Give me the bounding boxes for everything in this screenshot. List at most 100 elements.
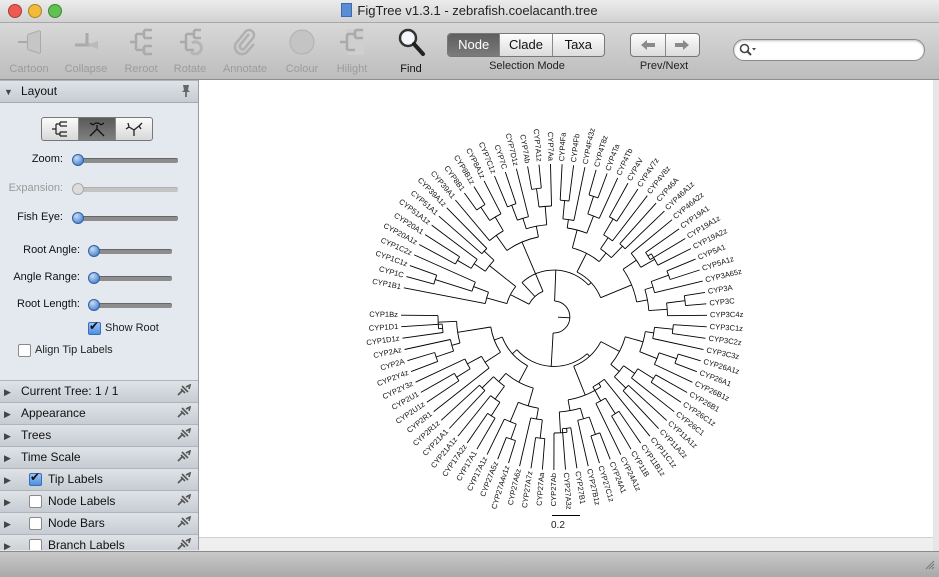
tree-branch[interactable] (672, 334, 705, 339)
pin-icon[interactable] (176, 472, 192, 486)
tree-branch[interactable] (510, 402, 518, 421)
tree-branch[interactable] (414, 255, 475, 282)
tree-branch[interactable] (571, 428, 577, 469)
tree-branch[interactable] (529, 291, 543, 304)
tree-branch[interactable] (490, 214, 501, 221)
layout-section-header[interactable]: ▼ Layout (0, 80, 198, 103)
tree-branch[interactable] (425, 235, 460, 257)
tip-label[interactable]: CYP27Aa (535, 471, 547, 506)
tree-branch[interactable] (648, 254, 651, 256)
pin-icon[interactable] (176, 428, 192, 442)
show-root-checkbox[interactable]: ✔ (88, 322, 101, 335)
tree-branch[interactable] (523, 218, 526, 229)
tree-branch[interactable] (637, 300, 648, 302)
tree-branch[interactable] (587, 216, 594, 233)
tree-branch[interactable] (670, 270, 700, 280)
tip-label[interactable]: CYP3C2z (708, 334, 742, 348)
tree-branch[interactable] (427, 381, 459, 402)
search-input[interactable] (760, 42, 919, 58)
zoom-slider-track[interactable] (74, 158, 178, 163)
tree-branch[interactable] (554, 432, 567, 433)
tree-branch[interactable] (659, 353, 677, 359)
tree-branch[interactable] (495, 176, 508, 207)
tree-branch[interactable] (403, 333, 444, 339)
section-time-scale[interactable]: ▶Time Scale (0, 446, 198, 469)
tree-branch[interactable] (531, 438, 536, 469)
section-checkbox[interactable] (29, 495, 42, 508)
tree-branch[interactable] (604, 219, 614, 235)
pin-icon[interactable] (176, 494, 192, 508)
tree-branch[interactable] (485, 352, 500, 362)
tree-branch[interactable] (577, 253, 587, 272)
tree-branch[interactable] (673, 325, 706, 327)
tree-branch[interactable] (596, 403, 621, 454)
radial-layout-button[interactable] (116, 118, 152, 140)
tree-branch[interactable] (542, 439, 544, 470)
selection-node-button[interactable]: Node (448, 34, 500, 56)
expansion-slider-track[interactable] (74, 187, 178, 192)
tree-branch[interactable] (631, 253, 641, 267)
tree-branch[interactable] (654, 364, 692, 382)
tree-branch[interactable] (589, 417, 595, 434)
tree-branch[interactable] (611, 364, 620, 371)
tree-branch[interactable] (605, 398, 615, 414)
tree-branch[interactable] (551, 333, 553, 366)
tree-branch[interactable] (655, 327, 673, 329)
tree-branch[interactable] (599, 253, 606, 262)
rectangular-layout-button[interactable] (42, 118, 79, 140)
root-length-slider-track[interactable] (90, 303, 172, 308)
tree-branch[interactable] (496, 235, 507, 250)
cartoon-button[interactable]: Cartoon (0, 25, 58, 77)
tip-label[interactable]: CYP4Fa (557, 132, 568, 162)
tree-branch[interactable] (491, 402, 500, 416)
tree-branch[interactable] (404, 288, 486, 304)
align-tip-labels-checkbox[interactable] (18, 344, 31, 357)
tree-branch[interactable] (589, 170, 596, 195)
tree-branch[interactable] (625, 337, 643, 342)
tree-branch[interactable] (684, 292, 705, 295)
tree-branch[interactable] (471, 259, 477, 268)
tree-branch[interactable] (455, 257, 459, 264)
pin-icon[interactable] (176, 516, 192, 530)
horizontal-scrollbar[interactable] (199, 537, 933, 551)
tip-label[interactable]: CYP3C (709, 296, 736, 307)
tree-branch[interactable] (560, 164, 562, 200)
tip-label[interactable]: CYP27B1 (573, 470, 587, 504)
tree-canvas[interactable]: CYP1B1CYP1CCYP1C1zCYP1C2zCYP20A1zCYP20A1… (199, 80, 933, 537)
tree-branch[interactable] (612, 411, 619, 416)
tree-branch[interactable] (623, 260, 636, 269)
hilight-button[interactable]: Hilight (323, 25, 381, 77)
tree-branch[interactable] (600, 433, 610, 460)
section-appearance[interactable]: ▶Appearance (0, 402, 198, 425)
tree-branch[interactable] (604, 235, 613, 241)
tree-branch[interactable] (487, 298, 507, 304)
expansion-slider-knob[interactable] (72, 183, 84, 195)
tree-branch[interactable] (589, 283, 592, 285)
tree-branch[interactable] (405, 340, 451, 350)
tree-branch[interactable] (559, 412, 560, 433)
tree-branch[interactable] (512, 350, 517, 354)
angle-range-slider-knob[interactable] (88, 272, 100, 284)
tree-branch[interactable] (598, 174, 607, 198)
tree-branch[interactable] (410, 266, 437, 276)
tree-branch[interactable] (539, 165, 541, 188)
tree-branch[interactable] (609, 217, 616, 221)
tree-branch[interactable] (593, 379, 604, 387)
tree-branch[interactable] (467, 356, 481, 364)
tree-branch[interactable] (421, 373, 455, 392)
pin-icon[interactable] (176, 406, 192, 420)
tree-branch[interactable] (599, 178, 618, 219)
phylogenetic-tree[interactable]: CYP1B1CYP1CCYP1C1zCYP1C2zCYP20A1zCYP20A1… (199, 80, 933, 537)
angle-range-slider-track[interactable] (90, 276, 172, 281)
tree-branch[interactable] (435, 280, 472, 292)
tree-branch[interactable] (617, 189, 638, 221)
tree-branch[interactable] (504, 419, 516, 424)
tree-branch[interactable] (467, 413, 487, 443)
tree-branch[interactable] (641, 259, 655, 267)
tree-branch[interactable] (672, 325, 673, 334)
tree-branch[interactable] (675, 363, 697, 371)
tree-branch[interactable] (495, 217, 503, 231)
tip-label[interactable]: CYP3C1z (709, 322, 743, 333)
tip-label[interactable]: CYP3A (707, 283, 734, 296)
tree-branch[interactable] (465, 359, 470, 369)
